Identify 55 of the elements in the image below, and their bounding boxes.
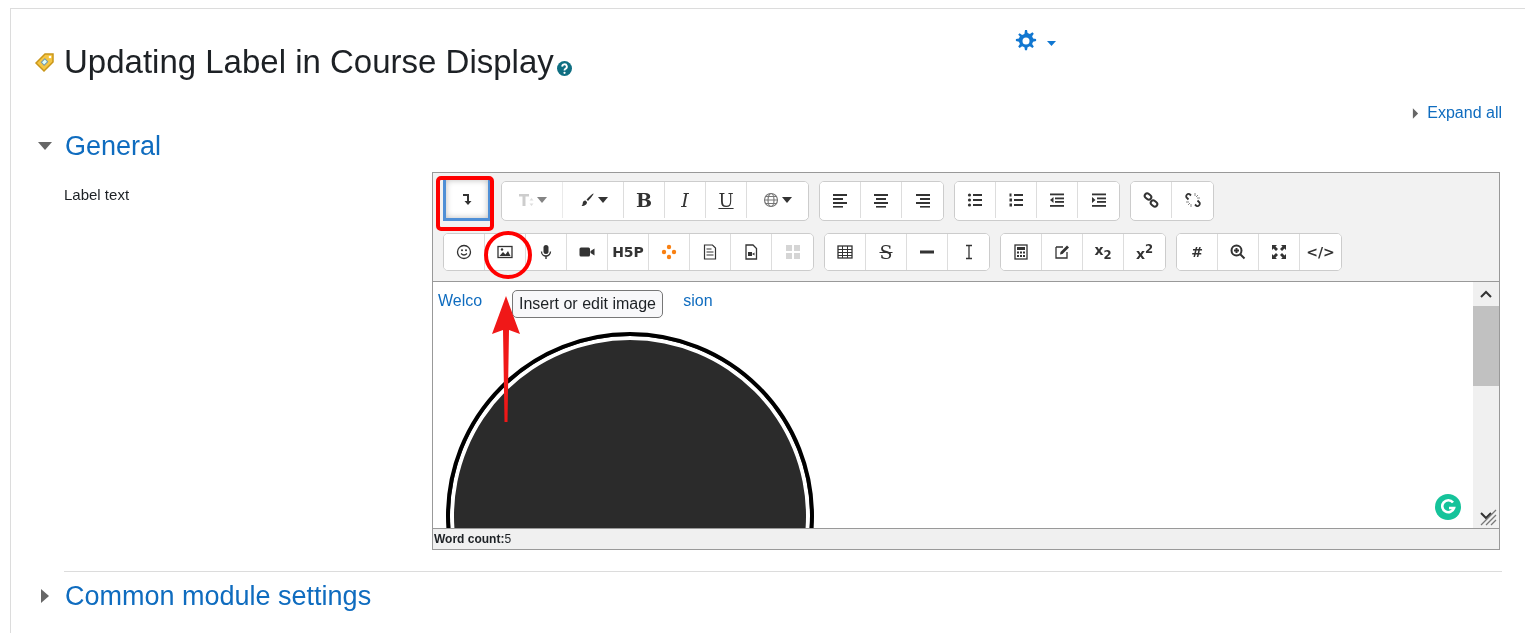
arrow-down-button[interactable] — [443, 177, 491, 221]
table-icon — [837, 244, 853, 260]
field-label: Label text — [64, 185, 131, 205]
section-heading[interactable]: Common module settings — [65, 578, 372, 614]
section-heading[interactable]: General — [65, 128, 162, 164]
globe-icon — [763, 192, 779, 208]
caret-icon — [597, 197, 608, 203]
highlight-rectangle — [436, 176, 494, 231]
dots-icon — [661, 244, 677, 260]
format-button[interactable]: # — [1177, 234, 1218, 270]
document-lines-icon — [702, 244, 718, 260]
caret-icon — [536, 197, 547, 203]
zoom-in-icon — [1230, 244, 1246, 260]
edit-icon — [1054, 244, 1070, 260]
align-left-icon — [832, 192, 848, 208]
word-count: Word count:5 — [433, 528, 1499, 549]
content-text: sion — [683, 292, 713, 310]
numbered-list-icon — [1008, 192, 1024, 208]
grid-icon — [784, 244, 801, 260]
link-icon — [1143, 192, 1159, 208]
highlight-circle — [484, 231, 532, 279]
chevron-down-icon[interactable] — [1480, 512, 1492, 520]
table-button[interactable] — [825, 234, 866, 270]
grammar-checker-icon[interactable] — [1435, 494, 1461, 520]
expand-triangle-icon[interactable] — [41, 589, 49, 603]
page-title: Updating Label in Course Display — [64, 42, 554, 82]
scrollbar[interactable] — [1473, 282, 1499, 528]
calculator-button[interactable] — [1001, 234, 1042, 270]
calculator-icon — [1013, 244, 1029, 260]
caret-icon — [782, 197, 792, 203]
align-right-icon — [914, 192, 931, 208]
fullscreen-icon — [1271, 244, 1287, 260]
image-icon — [497, 244, 513, 260]
bullet-list-button[interactable] — [955, 182, 996, 218]
align-left-button[interactable] — [820, 182, 861, 218]
content-text: Welco — [438, 292, 483, 310]
microphone-icon — [538, 244, 554, 260]
indent-icon — [1090, 192, 1107, 208]
broken-link-icon — [1184, 192, 1201, 208]
label-tag-icon — [34, 51, 56, 73]
scrollbar-thumb[interactable] — [1473, 306, 1499, 386]
smiley-button[interactable] — [444, 234, 485, 270]
help-icon[interactable] — [556, 60, 572, 76]
outdent-icon — [1049, 192, 1065, 208]
smiley-icon — [456, 244, 472, 260]
tooltip: Insert or edit image — [512, 290, 663, 318]
bullet-list-icon — [967, 192, 983, 208]
expand-all-link[interactable]: Expand all — [1427, 104, 1502, 122]
collapse-triangle-icon[interactable] — [38, 142, 52, 150]
triangle-right-icon[interactable] — [1412, 106, 1420, 120]
video-file-icon — [743, 244, 759, 260]
text-size-icon — [517, 192, 534, 208]
align-center-icon — [873, 192, 889, 208]
link-button[interactable] — [1131, 182, 1172, 218]
chevron-up-icon[interactable] — [1480, 290, 1492, 298]
